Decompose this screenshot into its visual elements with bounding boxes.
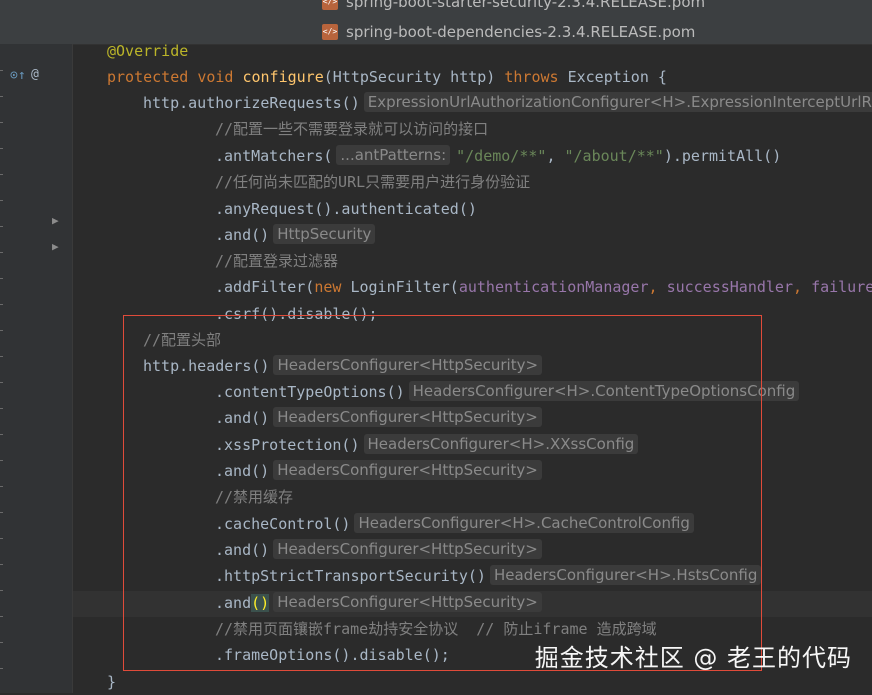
code-line: @Override bbox=[107, 42, 189, 60]
fold-arrow-icon[interactable]: ▶ bbox=[52, 240, 59, 254]
code-line: .anyRequest().authenticated() bbox=[215, 200, 477, 218]
maven-pom-file-icon: </> bbox=[322, 0, 338, 10]
highlight-annotation-box bbox=[123, 315, 762, 671]
parameter-hint: ...antPatterns: bbox=[336, 145, 451, 165]
tab-spring-boot-starter-security-pom[interactable]: </> spring-boot-starter-security-2.3.4.R… bbox=[322, 0, 705, 13]
maven-pom-file-icon: </> bbox=[322, 24, 338, 40]
editor-gutter: ⊙↑ @ ▶ ▶ bbox=[0, 44, 73, 693]
tab-label: spring-boot-starter-security-2.3.4.RELEA… bbox=[346, 0, 706, 11]
code-line: protected void configure(HttpSecurity ht… bbox=[107, 68, 667, 86]
code-comment: //配置登录过滤器 bbox=[215, 252, 339, 270]
code-line: } bbox=[107, 673, 117, 691]
watermark-text: 掘金技术社区 @ 老王的代码 bbox=[534, 644, 852, 672]
code-line: .addFilter(new LoginFilter(authenticatio… bbox=[215, 278, 872, 296]
code-line: .antMatchers(...antPatterns: "/demo/**", … bbox=[215, 145, 782, 165]
override-method-icon[interactable]: ⊙↑ bbox=[10, 69, 26, 83]
fold-arrow-icon[interactable]: ▶ bbox=[52, 214, 59, 228]
tab-label: spring-boot-dependencies-2.3.4.RELEASE.p… bbox=[346, 23, 696, 41]
type-hint: HttpSecurity bbox=[273, 224, 376, 244]
code-line: .and() HttpSecurity bbox=[215, 222, 376, 248]
code-comment: //任何尚未匹配的URL只需要用户进行身份验证 bbox=[215, 173, 531, 191]
code-line: http.authorizeRequests() ExpressionUrlAut… bbox=[143, 90, 872, 116]
annotation-at-icon: @ bbox=[31, 67, 39, 82]
code-comment: //配置一些不需要登录就可以访问的接口 bbox=[215, 120, 489, 138]
type-hint: ExpressionUrlAuthorizationConfigurer<H>.… bbox=[363, 92, 872, 112]
tab-spring-boot-dependencies-pom[interactable]: </> spring-boot-dependencies-2.3.4.RELEA… bbox=[322, 21, 695, 43]
